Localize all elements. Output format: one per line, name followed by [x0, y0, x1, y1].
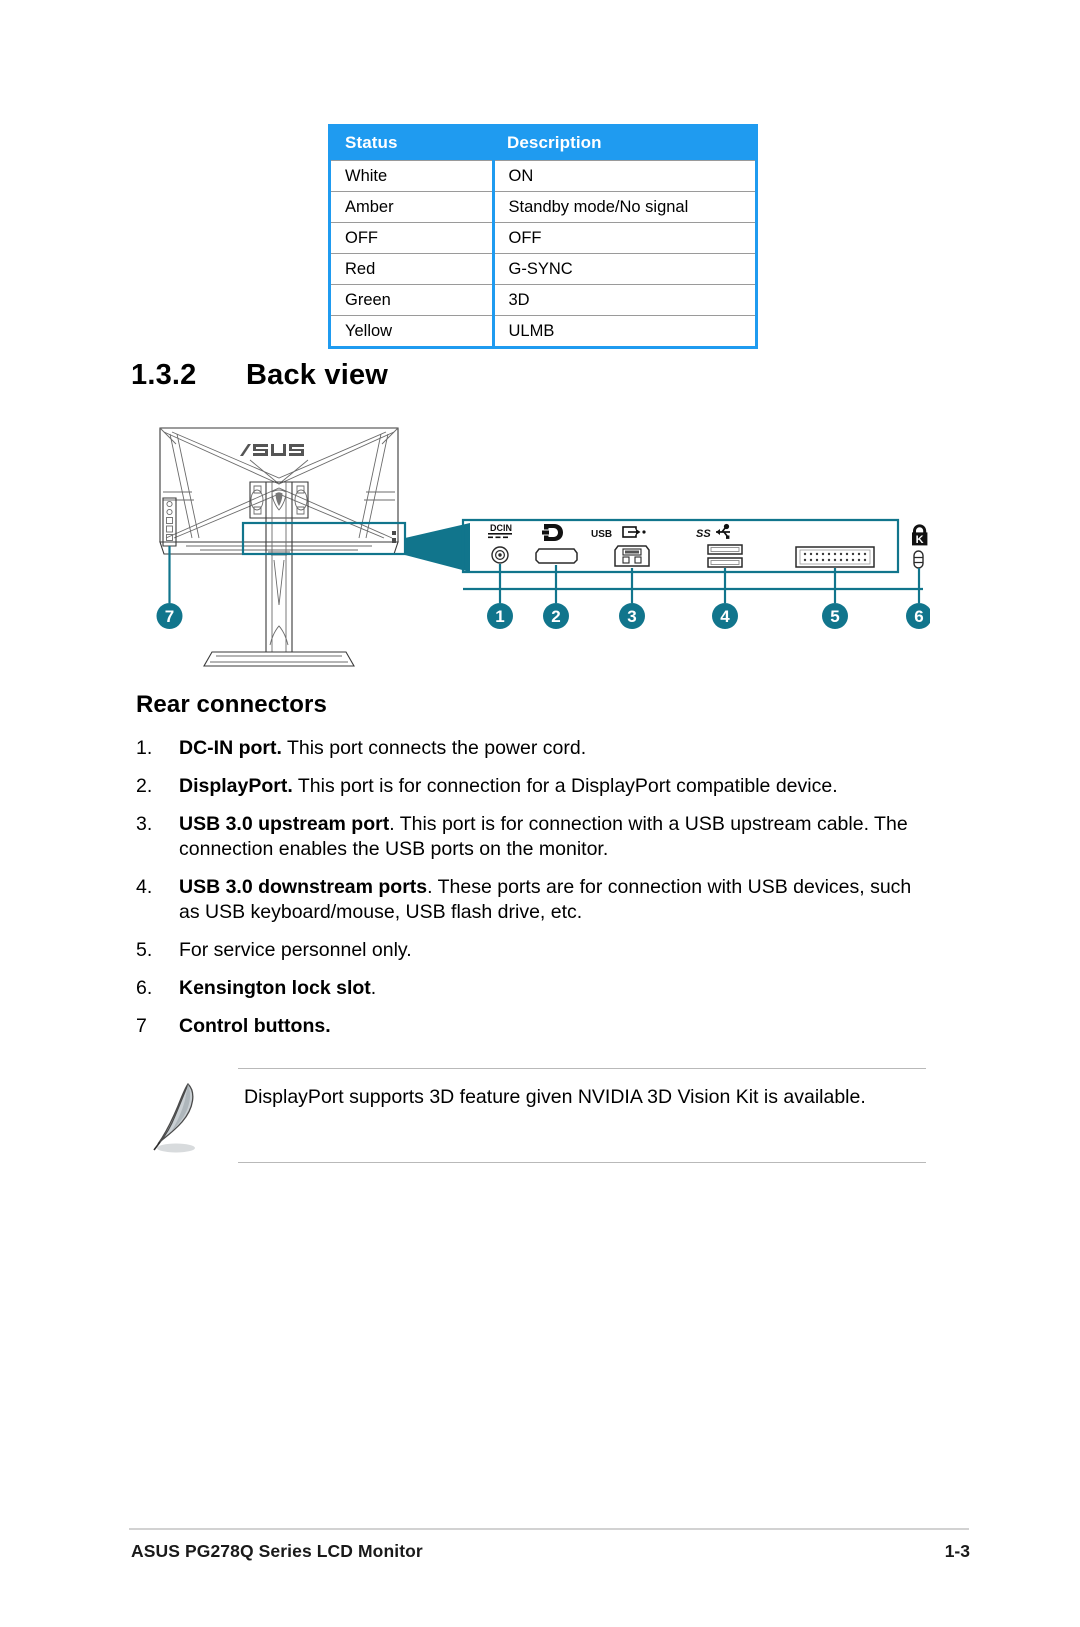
control-buttons-cluster [162, 497, 177, 547]
section-title: Back view [246, 359, 389, 391]
table-row: Yellow ULMB [331, 315, 755, 346]
cell-description: ON [493, 160, 755, 192]
svg-text:6: 6 [914, 607, 923, 626]
led-status-table: Status Description White ON Amber Standb… [328, 124, 758, 349]
connector-panel: DCIN USB SS K [461, 518, 928, 574]
usb-upstream-port: USB [591, 526, 650, 567]
quill-pen-icon [142, 1078, 222, 1163]
cell-status: Yellow [331, 315, 495, 346]
asus-logo [240, 444, 304, 456]
list-item-term: Kensington lock slot [179, 976, 371, 999]
list-item-text: For service personnel only. [179, 938, 412, 961]
rear-connectors-list: 1. DC-IN port. This port connects the po… [136, 736, 926, 1052]
table-header-description: Description [493, 127, 755, 161]
list-marker: 1. [136, 737, 153, 759]
list-marker: 3. [136, 812, 153, 835]
callout-group: 1 2 3 4 5 6 7 [156, 546, 930, 629]
list-body: DC-IN port. This port connects the power… [179, 736, 926, 761]
list-body: For service personnel only. [179, 938, 926, 963]
svg-text:USB: USB [591, 529, 612, 540]
io-highlight-box [241, 521, 407, 556]
list-item-term: USB 3.0 upstream port [179, 812, 390, 835]
svg-text:2: 2 [551, 607, 560, 626]
footer-divider [129, 1528, 969, 1530]
list-item: 1. DC-IN port. This port connects the po… [136, 736, 926, 761]
cell-description: ULMB [493, 315, 755, 346]
note-callout: DisplayPort supports 3D feature given NV… [136, 1068, 926, 1163]
note-bottom-rule [238, 1162, 926, 1163]
list-item-term: Control buttons. [179, 1014, 331, 1037]
list-item-term: DC-IN port. [179, 737, 282, 759]
cell-status: White [331, 160, 495, 192]
cell-description: 3D [493, 284, 755, 316]
zoom-wedge [405, 523, 470, 572]
svg-text:K: K [916, 534, 924, 546]
back-view-diagram: .ln{fill:none;stroke:#3a3a3a;stroke-widt… [130, 420, 930, 675]
cell-description: G-SYNC [493, 253, 755, 285]
table-row: Green 3D [331, 284, 755, 316]
rear-connectors-heading: Rear connectors [136, 691, 327, 718]
list-item: 3. USB 3.0 upstream port. This port is f… [136, 812, 926, 862]
kensington-lock-slot: K [912, 524, 928, 569]
kensington-marks [392, 531, 396, 543]
document-page: Status Description White ON Amber Standb… [0, 0, 1080, 1627]
cell-description: Standby mode/No signal [493, 191, 755, 223]
rog-shield-icon [271, 489, 287, 511]
list-marker: 2. [136, 774, 153, 797]
list-item-text: This port is for connection for a Displa… [292, 774, 838, 797]
list-marker: 6. [136, 976, 153, 999]
list-item: 2. DisplayPort. This port is for connect… [136, 774, 926, 799]
list-body: DisplayPort. This port is for connection… [179, 774, 926, 799]
table-header-row: Status Description [331, 127, 755, 161]
displayport-port [535, 524, 578, 564]
svg-text:4: 4 [720, 607, 730, 626]
monitor-body [159, 427, 399, 667]
note-text: DisplayPort supports 3D feature given NV… [244, 1086, 866, 1108]
svg-text:3: 3 [627, 607, 636, 626]
cell-status: Red [331, 253, 495, 285]
list-item-text: . [370, 976, 377, 999]
svg-text:7: 7 [165, 607, 174, 626]
footer-product-name: ASUS PG278Q Series LCD Monitor [131, 1541, 423, 1561]
list-item: 6. Kensington lock slot. [136, 976, 926, 1001]
list-marker: 5. [136, 938, 153, 961]
table-header-status: Status [331, 127, 493, 161]
dcin-port: DCIN [488, 523, 512, 564]
list-body: Kensington lock slot. [179, 976, 926, 1001]
table-row: Amber Standby mode/No signal [331, 191, 755, 223]
table-row: Red G-SYNC [331, 253, 755, 285]
list-body: USB 3.0 downstream ports. These ports ar… [179, 875, 926, 925]
list-item-text: This port connects the power cord. [281, 737, 587, 759]
section-number: 1.3.2 [131, 359, 197, 391]
list-item-term: DisplayPort. [179, 774, 293, 797]
table-row: White ON [331, 160, 755, 192]
list-item: 5. For service personnel only. [136, 938, 926, 963]
list-marker: 4. [136, 875, 153, 898]
cell-description: OFF [493, 222, 755, 254]
table-row: OFF OFF [331, 222, 755, 254]
cell-status: Amber [331, 191, 495, 223]
service-port [795, 546, 875, 568]
svg-text:5: 5 [830, 607, 839, 626]
list-item: 4. USB 3.0 downstream ports. These ports… [136, 875, 926, 925]
list-item: 7 Control buttons. [136, 1014, 926, 1039]
svg-text:DCIN: DCIN [490, 523, 512, 533]
list-body: USB 3.0 upstream port. This port is for … [179, 812, 926, 862]
cell-status: OFF [331, 222, 495, 254]
svg-text:1: 1 [495, 607, 504, 626]
cell-status: Green [331, 284, 495, 316]
usb-downstream-ports: SS [696, 523, 743, 568]
list-item-term: USB 3.0 downstream ports [179, 875, 428, 898]
section-heading: 1.3.2 Back view [131, 359, 388, 392]
list-marker: 7 [136, 1014, 147, 1037]
footer-page-number: 1-3 [944, 1541, 970, 1561]
note-top-rule [238, 1068, 926, 1069]
list-body: Control buttons. [179, 1014, 926, 1039]
svg-text:SS: SS [696, 528, 711, 540]
